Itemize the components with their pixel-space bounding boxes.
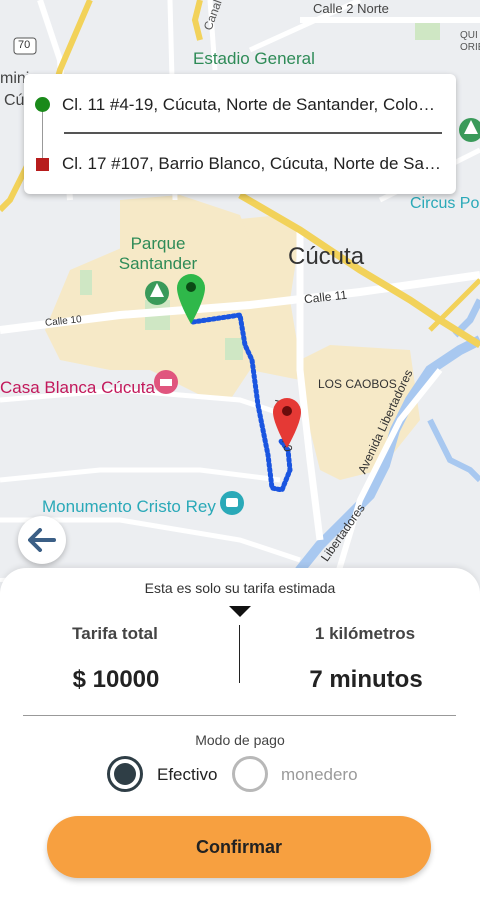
distance-label: 1 kilómetros: [314, 624, 416, 643]
map-label-calle-2-norte: Calle 2 Norte: [313, 1, 389, 16]
map-label-estadio: Estadio General: [193, 49, 315, 68]
fare-value: $ 10000: [72, 666, 160, 693]
map-label-cucuta: Cúcuta: [288, 243, 365, 270]
payment-title: Modo de pago: [195, 732, 285, 748]
map-label-parque: Parque Santander: [118, 234, 198, 273]
arrow-left-icon: [28, 528, 56, 552]
fare-label: Tarifa total: [72, 624, 158, 643]
origin-dot-icon: [35, 97, 50, 112]
destination-address[interactable]: Cl. 17 #107, Barrio Blanco, Cúcuta, Nort…: [62, 154, 442, 174]
payment-option-monedero[interactable]: monedero: [281, 765, 358, 785]
payment-option-efectivo[interactable]: Efectivo: [157, 765, 217, 785]
map-label-highway-70: 70: [18, 39, 31, 51]
fare-sheet: Esta es solo su tarifa estimada Tarifa t…: [0, 568, 480, 906]
fare-divider: [23, 715, 226, 716]
time-value: 7 minutos: [309, 666, 423, 693]
radio-efectivo[interactable]: [107, 756, 143, 792]
origin-row[interactable]: Cl. 11 #4-19, Cúcuta, Norte de Santander…: [24, 77, 456, 133]
estimate-note: Esta es solo su tarifa estimada: [144, 580, 336, 596]
destination-marker-icon: [273, 398, 301, 448]
address-divider: [64, 132, 442, 134]
address-card: Cl. 11 #4-19, Cúcuta, Norte de Santander…: [24, 74, 456, 194]
column-divider: [239, 625, 240, 683]
origin-address[interactable]: Cl. 11 #4-19, Cúcuta, Norte de Santander…: [62, 95, 442, 115]
origin-marker-icon: [177, 274, 205, 324]
map-label-circus: Circus Po: [410, 195, 480, 212]
destination-row[interactable]: Cl. 17 #107, Barrio Blanco, Cúcuta, Nort…: [24, 136, 456, 192]
distance-divider: [226, 715, 456, 716]
map-label-cu: Cú: [4, 92, 25, 109]
radio-monedero[interactable]: [232, 756, 268, 792]
back-button[interactable]: [18, 516, 66, 564]
map-label-monumento: Monumento Cristo Rey: [42, 497, 216, 516]
radio-efectivo-dot: [114, 763, 136, 785]
confirm-button[interactable]: Confirmar: [47, 816, 431, 878]
map-label-los-caobos: LOS CAOBOS: [318, 377, 397, 391]
map-label-quiori: QUI ORIE: [460, 30, 480, 53]
map-label-casa-blanca: Casa Blanca Cúcuta: [0, 378, 155, 397]
destination-square-icon: [36, 158, 49, 171]
triangle-down-icon: [229, 606, 251, 617]
